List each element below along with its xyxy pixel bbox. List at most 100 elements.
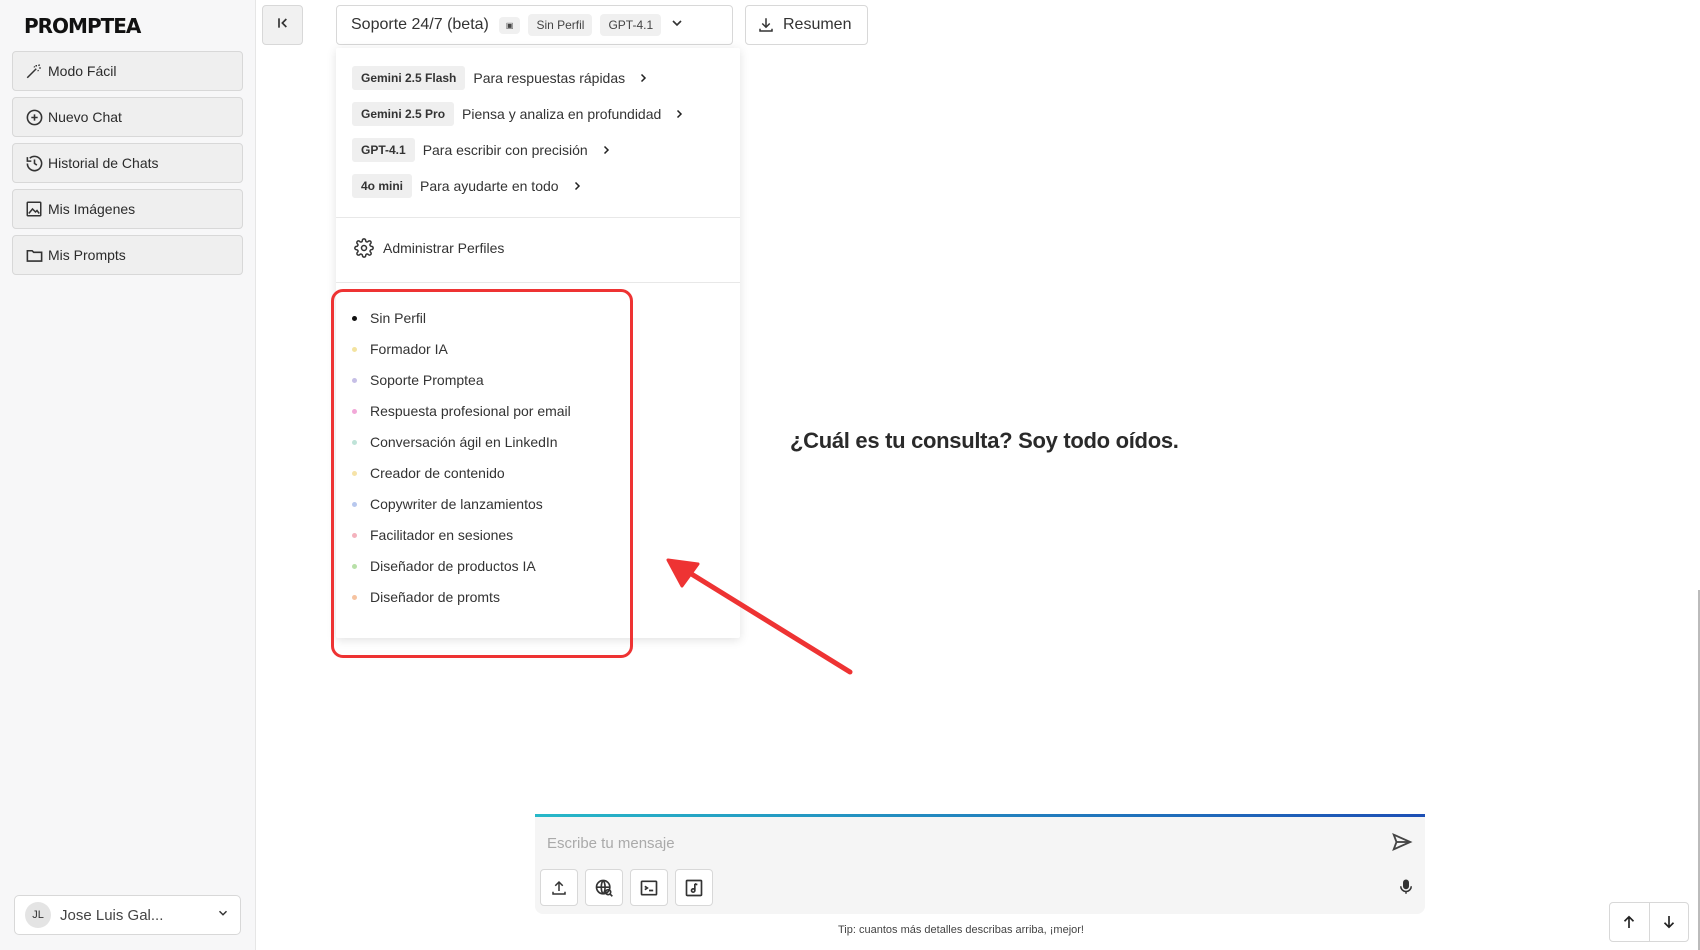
chevron-down-icon [216, 906, 230, 925]
message-input[interactable]: Escribe tu mensaje [547, 835, 675, 852]
scroll-controls [1609, 902, 1689, 942]
summary-button[interactable]: Resumen [745, 5, 868, 45]
profile-option[interactable]: Sin Perfil [352, 310, 426, 326]
chat-title: Soporte 24/7 (beta) [351, 16, 489, 33]
profile-option[interactable]: Copywriter de lanzamientos [352, 496, 543, 512]
profile-option[interactable]: Diseñador de productos IA [352, 558, 536, 574]
model-option[interactable]: GPT-4.1 Para escribir con precisión [352, 137, 612, 163]
music-button[interactable] [675, 869, 713, 906]
divider [336, 217, 740, 218]
divider [336, 282, 740, 283]
profile-dot [352, 377, 357, 383]
model-name: 4o mini [352, 174, 413, 198]
sidebar-item-label: Nuevo Chat [48, 109, 122, 125]
sidebar-item-label: Mis Imágenes [48, 201, 136, 217]
profile-label: Diseñador de promts [370, 589, 500, 605]
profile-option[interactable]: Formador IA [352, 341, 448, 357]
profile-label: Soporte Promptea [370, 372, 484, 388]
chevron-right-icon [641, 73, 647, 83]
model-name: Gemini 2.5 Flash [352, 66, 466, 90]
summary-label: Resumen [783, 16, 852, 33]
welcome-prompt: ¿Cuál es tu consulta? Soy todo oídos. [790, 428, 1179, 453]
model-description: Para escribir con precisión [422, 142, 588, 158]
sidebar-item-label: Mis Prompts [48, 247, 126, 263]
model-description: Piensa y analiza en profundidad [462, 106, 662, 122]
profile-label: Creador de contenido [370, 465, 505, 481]
model-chip: GPT-4.1 [600, 14, 662, 36]
avatar: JL [25, 902, 51, 928]
profile-dot [352, 532, 357, 538]
collapse-sidebar-button[interactable] [262, 5, 303, 45]
sidebar-item-historial[interactable]: Historial de Chats [12, 143, 243, 183]
magic-wand-icon [23, 60, 45, 82]
model-option[interactable]: Gemini 2.5 Flash Para respuestas rápidas [352, 65, 649, 91]
arrow-up-icon [1624, 915, 1635, 928]
profile-option[interactable]: Creador de contenido [352, 465, 505, 481]
sidebar-item-label: Modo Fácil [48, 63, 117, 79]
profile-label: Formador IA [370, 341, 448, 357]
plus-circle-icon [23, 106, 45, 128]
profile-option[interactable]: Facilitador en sesiones [352, 527, 513, 543]
upload-button[interactable] [540, 869, 578, 906]
profile-dot [352, 408, 357, 414]
sidebar-item-label: Historial de Chats [48, 155, 159, 171]
composer-tip: Tip: cuantos más detalles describas arri… [838, 924, 1084, 936]
sidebar: PROMPTEA Modo Fácil Nuevo Chat Historial… [0, 0, 256, 950]
model-profile-dropdown: Gemini 2.5 Flash Para respuestas rápidas… [336, 48, 740, 638]
send-icon[interactable] [1391, 831, 1413, 858]
profile-option[interactable]: Diseñador de promts [352, 589, 500, 605]
sidebar-item-prompts[interactable]: Mis Prompts [12, 235, 243, 275]
microphone-icon[interactable] [1397, 877, 1415, 902]
profile-dot [352, 315, 357, 321]
scroll-up-button[interactable] [1610, 903, 1650, 941]
profile-dot [352, 470, 357, 476]
model-option[interactable]: Gemini 2.5 Pro Piensa y analiza en profu… [352, 101, 685, 127]
profile-label: Respuesta profesional por email [370, 403, 571, 419]
beta-tag: ▣ [498, 16, 521, 34]
sidebar-item-nuevo-chat[interactable]: Nuevo Chat [12, 97, 243, 137]
image-icon [23, 198, 45, 220]
profile-dot [352, 439, 357, 445]
terminal-icon [640, 880, 658, 895]
history-icon [23, 152, 45, 174]
profile-label: Conversación ágil en LinkedIn [370, 434, 558, 450]
terminal-button[interactable] [630, 869, 668, 906]
sidebar-item-modo-facil[interactable]: Modo Fácil [12, 51, 243, 91]
model-name: GPT-4.1 [352, 138, 415, 162]
gear-icon [354, 238, 374, 258]
profile-label: Diseñador de productos IA [370, 558, 536, 574]
model-option[interactable]: 4o mini Para ayudarte en todo [352, 173, 583, 199]
profile-dot [352, 563, 357, 569]
folder-icon [23, 244, 45, 266]
profile-option[interactable]: Respuesta profesional por email [352, 403, 571, 419]
sidebar-item-imagenes[interactable]: Mis Imágenes [12, 189, 243, 229]
chat-selector[interactable]: Soporte 24/7 (beta) ▣ Sin Perfil GPT-4.1 [336, 5, 733, 45]
profile-option[interactable]: Soporte Promptea [352, 372, 484, 388]
chevron-right-icon [603, 145, 609, 155]
model-name: Gemini 2.5 Pro [352, 102, 455, 126]
upload-icon [552, 880, 566, 895]
arrow-down-icon [1663, 916, 1674, 929]
profile-chip: Sin Perfil [528, 14, 593, 36]
profile-dot [352, 501, 357, 507]
logo[interactable]: PROMPTEA [24, 14, 141, 38]
model-description: Para respuestas rápidas [473, 70, 626, 86]
chevron-right-icon [574, 181, 580, 191]
profile-label: Facilitador en sesiones [370, 527, 514, 543]
manage-profiles-button[interactable]: Administrar Perfiles [354, 238, 504, 258]
user-menu[interactable]: JL Jose Luis Gal... [14, 895, 241, 935]
download-icon [759, 18, 773, 32]
user-name: Jose Luis Gal... [60, 906, 164, 924]
profile-label: Sin Perfil [370, 310, 427, 326]
profile-dot [352, 594, 357, 600]
profile-option[interactable]: Conversación ágil en LinkedIn [352, 434, 558, 450]
chevron-right-icon [677, 109, 683, 119]
web-search-button[interactable] [585, 869, 623, 906]
model-description: Para ayudarte en todo [420, 178, 559, 194]
profile-label: Copywriter de lanzamientos [370, 496, 543, 512]
manage-profiles-label: Administrar Perfiles [383, 240, 505, 256]
scroll-down-button[interactable] [1650, 903, 1689, 941]
chevron-down-icon [669, 15, 685, 36]
profile-dot [352, 346, 357, 352]
collapse-icon [275, 15, 291, 36]
